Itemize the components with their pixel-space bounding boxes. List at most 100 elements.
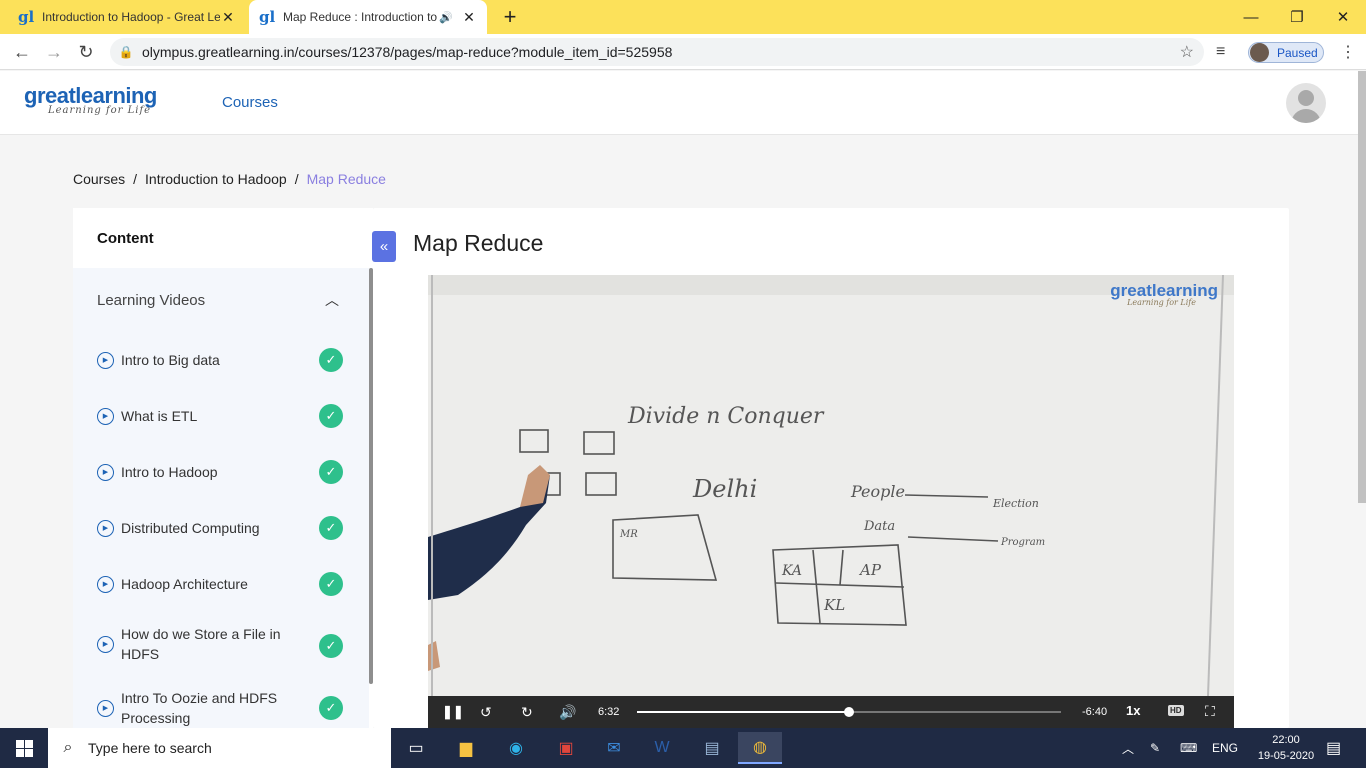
board-text: People <box>850 482 905 501</box>
play-circle-icon: ▶ <box>97 351 114 369</box>
check-icon: ✓ <box>319 348 343 372</box>
app-icon[interactable]: ▤ <box>690 732 734 764</box>
mail-icon[interactable]: ✉ <box>592 732 636 764</box>
profile-paused-button[interactable]: Paused <box>1248 42 1324 63</box>
volume-icon[interactable]: 🔊 <box>559 704 576 721</box>
board-text: Delhi <box>692 475 757 503</box>
browser-tab-1[interactable]: gl Introduction to Hadoop - Great Learni… <box>8 0 246 34</box>
chevron-up-icon[interactable]: ︿ <box>1122 728 1134 768</box>
edge-icon[interactable]: ◉ <box>494 732 538 764</box>
pen-icon[interactable]: ✎ <box>1150 728 1160 768</box>
video-player[interactable]: Divide n Conquer Delhi People Data Elect… <box>428 275 1234 728</box>
address-bar[interactable]: 🔒 olympus.greatlearning.in/courses/12378… <box>110 38 1204 66</box>
main-panel: Map Reduce Divide n Conquer Delhi People… <box>373 208 1289 728</box>
word-icon[interactable]: W <box>640 732 684 764</box>
close-icon[interactable]: ✕ <box>461 9 477 26</box>
start-button[interactable] <box>0 728 48 768</box>
board-text: MR <box>619 529 638 540</box>
board-text: KL <box>823 596 845 614</box>
system-clock[interactable]: 22:00 19-05-2020 <box>1250 732 1322 764</box>
lesson-item[interactable]: ▶ How do we Store a File in HDFS ✓ <box>97 624 347 664</box>
bookmark-star-icon[interactable]: ☆ <box>1180 42 1194 62</box>
chevron-up-icon[interactable]: ︿ <box>325 290 339 310</box>
forward-button[interactable]: → <box>40 38 68 66</box>
gl-icon: gl <box>259 8 276 26</box>
maximize-button[interactable]: ❐ <box>1274 0 1320 34</box>
section-title[interactable]: Learning Videos <box>97 292 205 309</box>
minimize-button[interactable]: — <box>1228 0 1274 34</box>
tab-title: Introduction to Hadoop - Great Learning <box>42 10 220 24</box>
remaining-time: -6:40 <box>1082 706 1108 718</box>
gl-icon: gl <box>18 8 35 26</box>
breadcrumb-separator: / <box>294 171 299 187</box>
play-circle-icon: ▶ <box>97 575 114 593</box>
site-logo[interactable]: greatlearning Learning for Life <box>24 83 157 116</box>
chrome-icon[interactable]: ◍ <box>738 732 782 764</box>
site-header: greatlearning Learning for Life Courses <box>0 71 1362 135</box>
lesson-label: Intro To Oozie and HDFS Processing <box>121 690 278 726</box>
reading-list-icon[interactable]: ≡ <box>1216 38 1225 66</box>
nav-courses-link[interactable]: Courses <box>222 94 278 111</box>
progress-bar[interactable] <box>637 707 1061 717</box>
lesson-item[interactable]: ▶ Intro to Big data ✓ <box>97 348 347 372</box>
breadcrumb-courses[interactable]: Courses <box>73 171 125 187</box>
notification-icon[interactable]: ▤ <box>1326 728 1341 768</box>
url-text: olympus.greatlearning.in/courses/12378/p… <box>142 44 673 60</box>
play-circle-icon: ▶ <box>97 407 114 425</box>
lesson-item[interactable]: ▶ Distributed Computing ✓ <box>97 516 347 540</box>
browser-toolbar: ← → ↻ 🔒 olympus.greatlearning.in/courses… <box>0 34 1366 70</box>
file-explorer-icon[interactable]: ▆ <box>444 732 488 764</box>
lesson-label: How do we Store a File in HDFS <box>121 626 281 662</box>
lesson-item[interactable]: ▶ Intro to Hadoop ✓ <box>97 460 347 484</box>
check-icon: ✓ <box>319 634 343 658</box>
play-circle-icon: ▶ <box>97 635 114 653</box>
user-avatar[interactable] <box>1286 83 1326 123</box>
windows-taskbar: ⌕ Type here to search ▭ ▆ ◉ ▣ ✉ W ▤ ◍ ︿ … <box>0 728 1366 768</box>
lesson-item[interactable]: ▶ What is ETL ✓ <box>97 404 347 428</box>
back-button[interactable]: ← <box>8 38 36 66</box>
gift-icon[interactable]: ▣ <box>544 732 588 764</box>
board-text: AP <box>858 561 882 579</box>
breadcrumb-current: Map Reduce <box>306 171 386 187</box>
progress-knob[interactable] <box>844 707 854 717</box>
page-scrollbar[interactable] <box>1358 71 1366 503</box>
browser-menu-icon[interactable]: ⋮ <box>1340 38 1356 66</box>
new-tab-button[interactable]: + <box>498 5 522 29</box>
play-circle-icon: ▶ <box>97 699 114 717</box>
breadcrumb: Courses / Introduction to Hadoop / Map R… <box>73 171 386 187</box>
progress-fill <box>637 711 849 713</box>
lesson-item[interactable]: ▶ Intro To Oozie and HDFS Processing ✓ <box>97 688 347 728</box>
close-icon[interactable]: ✕ <box>220 9 236 26</box>
play-circle-icon: ▶ <box>97 463 114 481</box>
learning-videos-section: Learning Videos ︿ ▶ Intro to Big data ✓ … <box>73 268 369 728</box>
check-icon: ✓ <box>319 516 343 540</box>
rewind-icon[interactable]: ↺ <box>480 704 492 721</box>
window-close-button[interactable]: ✕ <box>1320 0 1366 34</box>
pause-icon[interactable]: ❚❚ <box>442 704 464 720</box>
logo-tagline: Learning for Life <box>48 105 152 116</box>
browser-tabstrip: gl Introduction to Hadoop - Great Learni… <box>0 0 1366 34</box>
taskbar-search[interactable]: ⌕ Type here to search <box>48 728 391 768</box>
keyboard-icon[interactable]: ⌨ <box>1180 728 1197 768</box>
clock-date: 19-05-2020 <box>1257 750 1315 762</box>
browser-tab-2[interactable]: gl Map Reduce : Introduction to Hadoop 🔊… <box>249 0 487 34</box>
sidebar-header: Content <box>97 229 154 247</box>
speed-button[interactable]: 1x <box>1126 703 1140 718</box>
tab-title: Map Reduce : Introduction to Hadoop <box>283 10 439 24</box>
board-text: Data <box>863 519 895 534</box>
board-text: Election <box>992 497 1039 510</box>
lock-icon[interactable]: 🔒 <box>110 45 142 59</box>
language-indicator[interactable]: ENG <box>1212 728 1238 768</box>
forward-icon[interactable]: ↻ <box>521 704 533 721</box>
hd-icon[interactable]: HD <box>1168 705 1184 716</box>
lesson-label: Distributed Computing <box>121 520 260 536</box>
collapse-sidebar-button[interactable]: « <box>372 231 396 262</box>
lesson-item[interactable]: ▶ Hadoop Architecture ✓ <box>97 572 347 596</box>
speaker-icon[interactable]: 🔊 <box>439 11 453 24</box>
task-view-icon[interactable]: ▭ <box>394 732 438 764</box>
breadcrumb-course[interactable]: Introduction to Hadoop <box>145 171 287 187</box>
windows-icon <box>15 739 33 757</box>
reload-button[interactable]: ↻ <box>72 38 100 66</box>
content-sidebar: Content Learning Videos ︿ ▶ Intro to Big… <box>73 208 373 728</box>
fullscreen-icon[interactable]: ⛶ <box>1205 703 1215 720</box>
